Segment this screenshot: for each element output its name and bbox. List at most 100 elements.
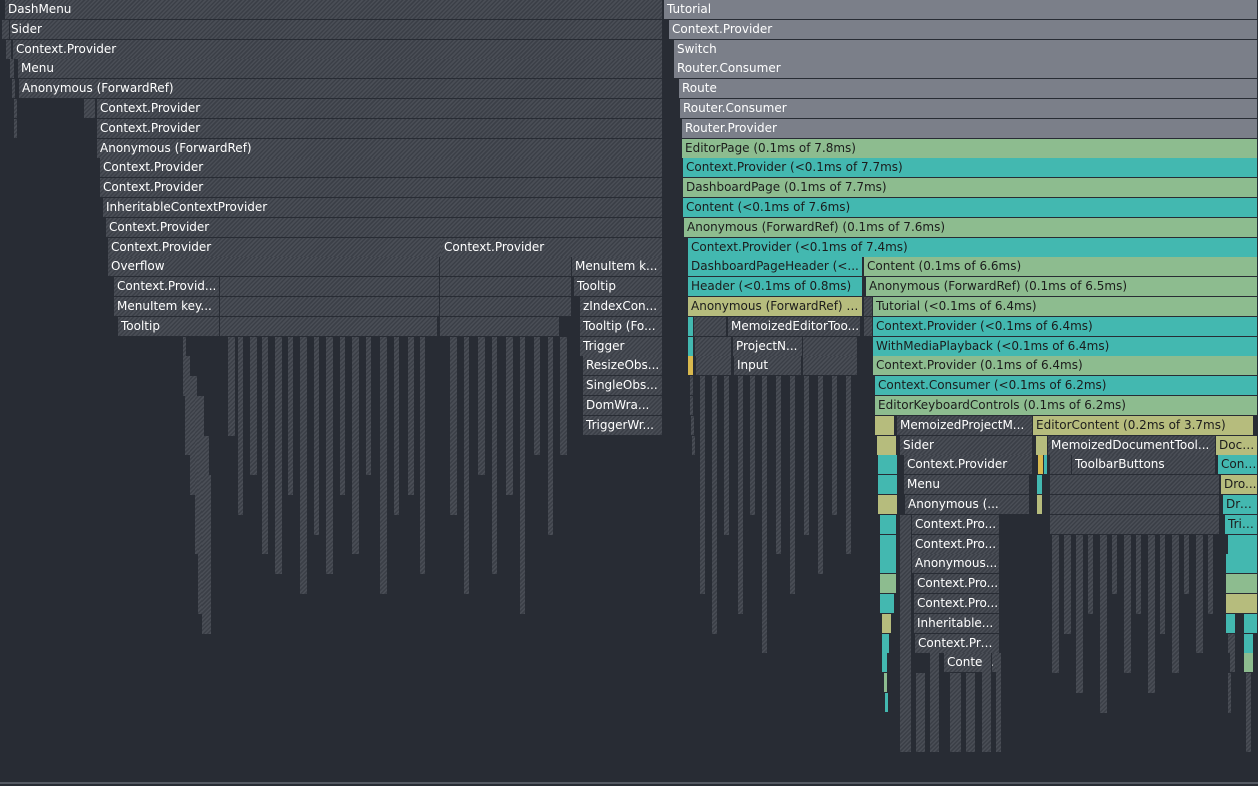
flame-node-small[interactable] <box>864 297 873 316</box>
flame-node[interactable]: zIndexCon... <box>580 297 663 316</box>
flame-node-stack[interactable] <box>930 653 940 753</box>
flame-node-stack[interactable] <box>818 376 824 575</box>
flame-node[interactable]: EditorKeyboardControls (0.1ms of 6.2ms) <box>875 396 1258 415</box>
flame-node[interactable]: Tutorial (<0.1ms of 6.4ms) <box>873 297 1258 316</box>
flame-node[interactable]: Context.Pro... <box>914 574 1000 594</box>
flame-node-stack[interactable] <box>1228 673 1232 713</box>
flame-node-small[interactable] <box>1226 554 1258 574</box>
flame-node[interactable]: Context.Provider <box>904 455 1033 475</box>
flame-node[interactable]: Tutorial <box>664 0 1258 19</box>
flame-node-small[interactable] <box>1050 455 1072 475</box>
flame-node-stack[interactable] <box>314 336 320 535</box>
flame-node[interactable]: Router.Consumer <box>680 99 1258 118</box>
flame-node[interactable]: MemoizedEditorToo... <box>728 316 861 336</box>
flame-node[interactable]: Context.Consumer (<0.1ms of 6.2ms) <box>875 376 1258 396</box>
flame-node-stack[interactable] <box>900 514 912 753</box>
flame-node-stack[interactable] <box>916 673 926 753</box>
flame-node-stack[interactable] <box>804 376 810 535</box>
flame-node[interactable]: Tooltip <box>574 277 663 297</box>
flame-node-small[interactable] <box>1244 653 1254 673</box>
flame-node[interactable]: Context.Provider (<0.1ms of 7.4ms) <box>688 237 1258 257</box>
flame-node-small[interactable] <box>1037 495 1043 514</box>
flame-node[interactable]: Context.Provider (<0.1ms of 7.7ms) <box>683 158 1258 178</box>
flame-node[interactable]: Context.Provider <box>100 158 663 178</box>
flame-node-small[interactable] <box>84 99 96 118</box>
flame-node-small[interactable] <box>14 99 18 118</box>
flame-node[interactable]: Context.Provider (<0.1ms of 6.4ms) <box>873 316 1258 336</box>
flame-node[interactable]: Docu... <box>1216 435 1258 455</box>
flame-node-stack[interactable] <box>1148 534 1156 693</box>
flame-node-stack[interactable] <box>352 336 360 555</box>
flame-node-small[interactable] <box>695 336 732 356</box>
flame-node-stack[interactable] <box>250 336 258 476</box>
flame-node-stack[interactable] <box>832 376 838 515</box>
flame-node-small[interactable] <box>691 415 695 435</box>
flame-node-stack[interactable] <box>1076 534 1084 693</box>
flame-node-small[interactable] <box>10 59 15 79</box>
flame-node-stack[interactable] <box>300 336 308 594</box>
flame-node-stack[interactable] <box>1246 673 1252 753</box>
flame-node-small[interactable] <box>882 633 890 653</box>
flame-node[interactable]: DashboardPageHeader (<... <box>688 257 863 277</box>
flame-node-small[interactable] <box>1044 455 1048 475</box>
flame-node-stack[interactable] <box>700 376 706 594</box>
flame-node-stack[interactable] <box>724 376 730 535</box>
flame-node[interactable]: Context.Provider <box>108 237 442 257</box>
flame-node[interactable]: ToolbarButtons <box>1072 455 1216 475</box>
flame-node-stack[interactable] <box>1052 534 1060 674</box>
flame-node-stack[interactable] <box>534 336 541 456</box>
flame-node-small[interactable] <box>882 613 892 633</box>
flame-node-small[interactable] <box>1244 613 1258 633</box>
flame-node-small[interactable] <box>803 356 858 376</box>
flame-node-small[interactable] <box>1036 435 1048 455</box>
flame-node[interactable]: Context.Provider <box>106 217 663 237</box>
flame-node-small[interactable] <box>692 435 696 455</box>
flame-node[interactable]: Content (0.1ms of 6.6ms) <box>864 257 1258 277</box>
flame-node-stack[interactable] <box>288 336 294 495</box>
flame-node[interactable]: Context.Provider <box>13 39 663 59</box>
flame-node[interactable]: Inheritable... <box>914 613 1000 633</box>
flame-node[interactable]: Context.Pro... <box>914 594 1000 613</box>
flame-node[interactable]: Sider <box>8 19 663 39</box>
flame-node-stack[interactable] <box>1136 534 1142 614</box>
flame-node-small[interactable] <box>880 554 897 574</box>
flame-node-stack[interactable] <box>1088 534 1094 614</box>
flame-node-small[interactable] <box>875 415 895 435</box>
flame-node-stack[interactable] <box>262 336 269 555</box>
flame-node-stack[interactable] <box>394 336 400 515</box>
flame-node-small[interactable] <box>880 534 897 554</box>
flame-node-stack[interactable] <box>408 336 415 495</box>
flame-node-stack[interactable] <box>1196 534 1204 654</box>
flame-node-small[interactable] <box>803 336 858 356</box>
flame-node-stack[interactable] <box>738 376 744 614</box>
flame-node-stack[interactable] <box>492 336 498 575</box>
flame-node-stack[interactable] <box>790 376 796 594</box>
flame-node-small[interactable] <box>1050 514 1220 534</box>
flame-node-small[interactable] <box>1244 633 1254 653</box>
flame-node-stack[interactable] <box>450 336 458 515</box>
flame-node-stack[interactable] <box>982 653 992 753</box>
flame-node-small[interactable] <box>440 316 560 336</box>
flame-node-small[interactable] <box>880 594 895 613</box>
flame-node-small[interactable] <box>1050 475 1220 495</box>
flame-node-small[interactable] <box>885 693 889 712</box>
flame-node-small[interactable] <box>440 257 572 277</box>
flame-node-stack[interactable] <box>560 336 568 456</box>
flame-node[interactable]: WithMediaPlayback (<0.1ms of 6.4ms) <box>873 336 1258 356</box>
flame-node[interactable]: EditorPage (0.1ms of 7.8ms) <box>682 138 1258 158</box>
flame-node[interactable]: Context.Provider <box>669 19 1258 39</box>
flame-node[interactable]: MenuItem key... <box>114 297 220 316</box>
flame-node-stack[interactable] <box>966 673 976 753</box>
flame-node-stack[interactable] <box>712 376 718 634</box>
flame-node[interactable]: Tooltip (Fo... <box>580 316 663 336</box>
flame-node-small[interactable] <box>690 376 694 396</box>
flame-node-small[interactable] <box>1050 495 1220 514</box>
flame-node[interactable]: Cont... <box>1218 455 1258 475</box>
flame-node[interactable]: ResizeObs... <box>583 356 663 376</box>
flame-node-small[interactable] <box>14 118 18 138</box>
flame-node-stack[interactable] <box>464 336 470 594</box>
flame-node-small[interactable] <box>878 475 898 495</box>
flame-node-stack[interactable] <box>340 336 346 495</box>
flame-node-small[interactable] <box>1228 633 1236 653</box>
flame-node-small[interactable] <box>6 39 12 59</box>
